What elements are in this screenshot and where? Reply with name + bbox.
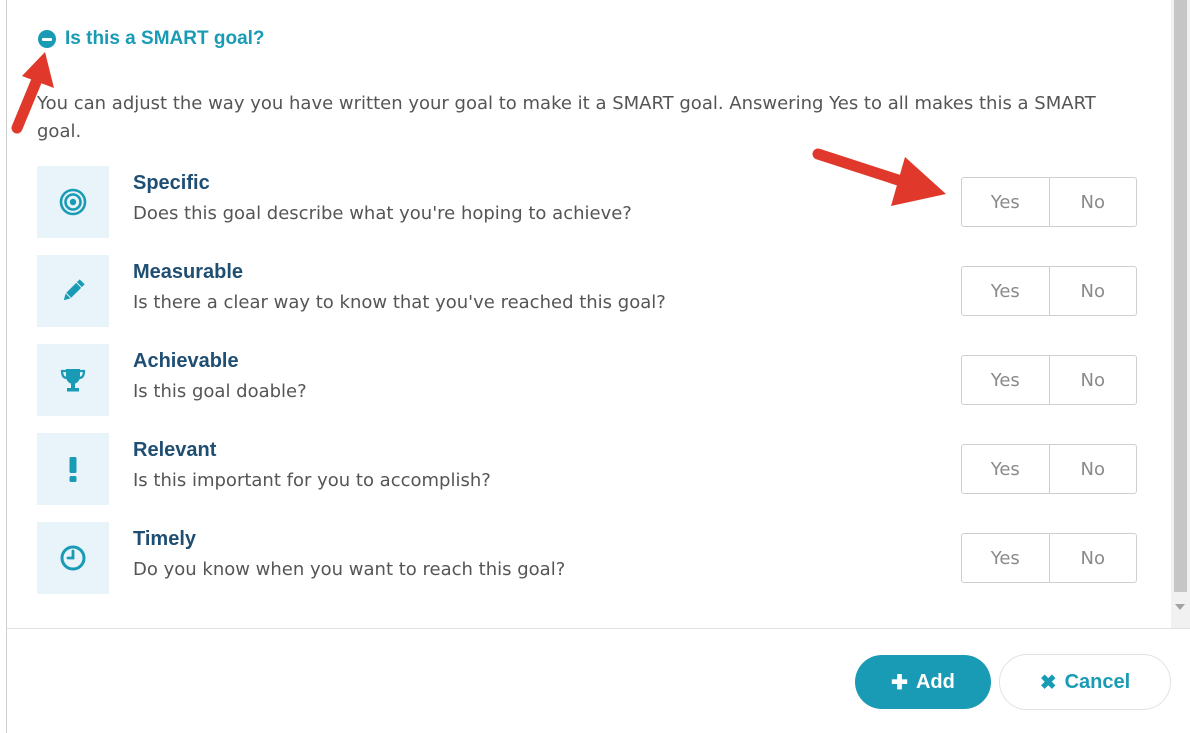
add-button-label: Add xyxy=(915,670,955,693)
yes-button-specific[interactable]: Yes xyxy=(962,178,1049,226)
criterion-title: Timely xyxy=(133,528,196,550)
yes-no-toggle-achievable: Yes No xyxy=(961,355,1137,405)
yes-button-timely[interactable]: Yes xyxy=(962,534,1049,582)
add-button[interactable]: ✚ Add xyxy=(855,655,991,709)
yes-no-toggle-measurable: Yes No xyxy=(961,266,1137,316)
vertical-scrollbar[interactable] xyxy=(1171,0,1190,628)
criterion-title: Achievable xyxy=(133,350,239,372)
no-button-achievable[interactable]: No xyxy=(1048,356,1137,404)
criterion-timely: Timely Do you know when you want to reac… xyxy=(37,522,1157,594)
clock-icon xyxy=(37,522,109,594)
yes-button-relevant[interactable]: Yes xyxy=(962,445,1049,493)
yes-button-measurable[interactable]: Yes xyxy=(962,267,1049,315)
minus-circle-icon[interactable] xyxy=(38,30,56,48)
criterion-specific: Specific Does this goal describe what yo… xyxy=(37,166,1157,238)
criterion-question: Do you know when you want to reach this … xyxy=(133,559,566,580)
criterion-question: Does this goal describe what you're hopi… xyxy=(133,203,632,224)
criterion-title: Measurable xyxy=(133,261,244,283)
smart-goal-panel: Is this a SMART goal? You can adjust the… xyxy=(7,0,1171,628)
no-button-measurable[interactable]: No xyxy=(1048,267,1137,315)
no-button-timely[interactable]: No xyxy=(1048,534,1137,582)
footer-divider xyxy=(7,628,1190,629)
trophy-icon xyxy=(37,344,109,416)
yes-no-toggle-specific: Yes No xyxy=(961,177,1137,227)
scroll-down-arrow-icon[interactable] xyxy=(1175,604,1185,610)
target-icon xyxy=(37,166,109,238)
criterion-measurable: Measurable Is there a clear way to know … xyxy=(37,255,1157,327)
criterion-relevant: Relevant Is this important for you to ac… xyxy=(37,433,1157,505)
criterion-question: Is this goal doable? xyxy=(133,381,307,402)
plus-icon: ✚ xyxy=(891,671,908,694)
cancel-button[interactable]: ✖ Cancel xyxy=(999,654,1171,710)
no-button-relevant[interactable]: No xyxy=(1048,445,1137,493)
criterion-question: Is this important for you to accomplish? xyxy=(133,470,491,491)
exclamation-icon xyxy=(37,433,109,505)
yes-no-toggle-relevant: Yes No xyxy=(961,444,1137,494)
pencil-icon xyxy=(37,255,109,327)
criterion-question: Is there a clear way to know that you've… xyxy=(133,292,666,313)
criterion-achievable: Achievable Is this goal doable? Yes No xyxy=(37,344,1157,416)
smart-goal-toggle-label[interactable]: Is this a SMART goal? xyxy=(65,28,265,50)
smart-goal-intro: You can adjust the way you have written … xyxy=(37,93,1096,142)
criterion-title: Specific xyxy=(133,172,210,194)
cancel-button-label: Cancel xyxy=(1064,670,1131,693)
scrollbar-thumb[interactable] xyxy=(1174,0,1187,592)
yes-no-toggle-timely: Yes No xyxy=(961,533,1137,583)
x-icon: ✖ xyxy=(1039,671,1057,694)
yes-button-achievable[interactable]: Yes xyxy=(962,356,1049,404)
no-button-specific[interactable]: No xyxy=(1048,178,1137,226)
criterion-title: Relevant xyxy=(133,439,217,461)
smart-goal-toggle[interactable]: Is this a SMART goal? xyxy=(38,28,265,50)
